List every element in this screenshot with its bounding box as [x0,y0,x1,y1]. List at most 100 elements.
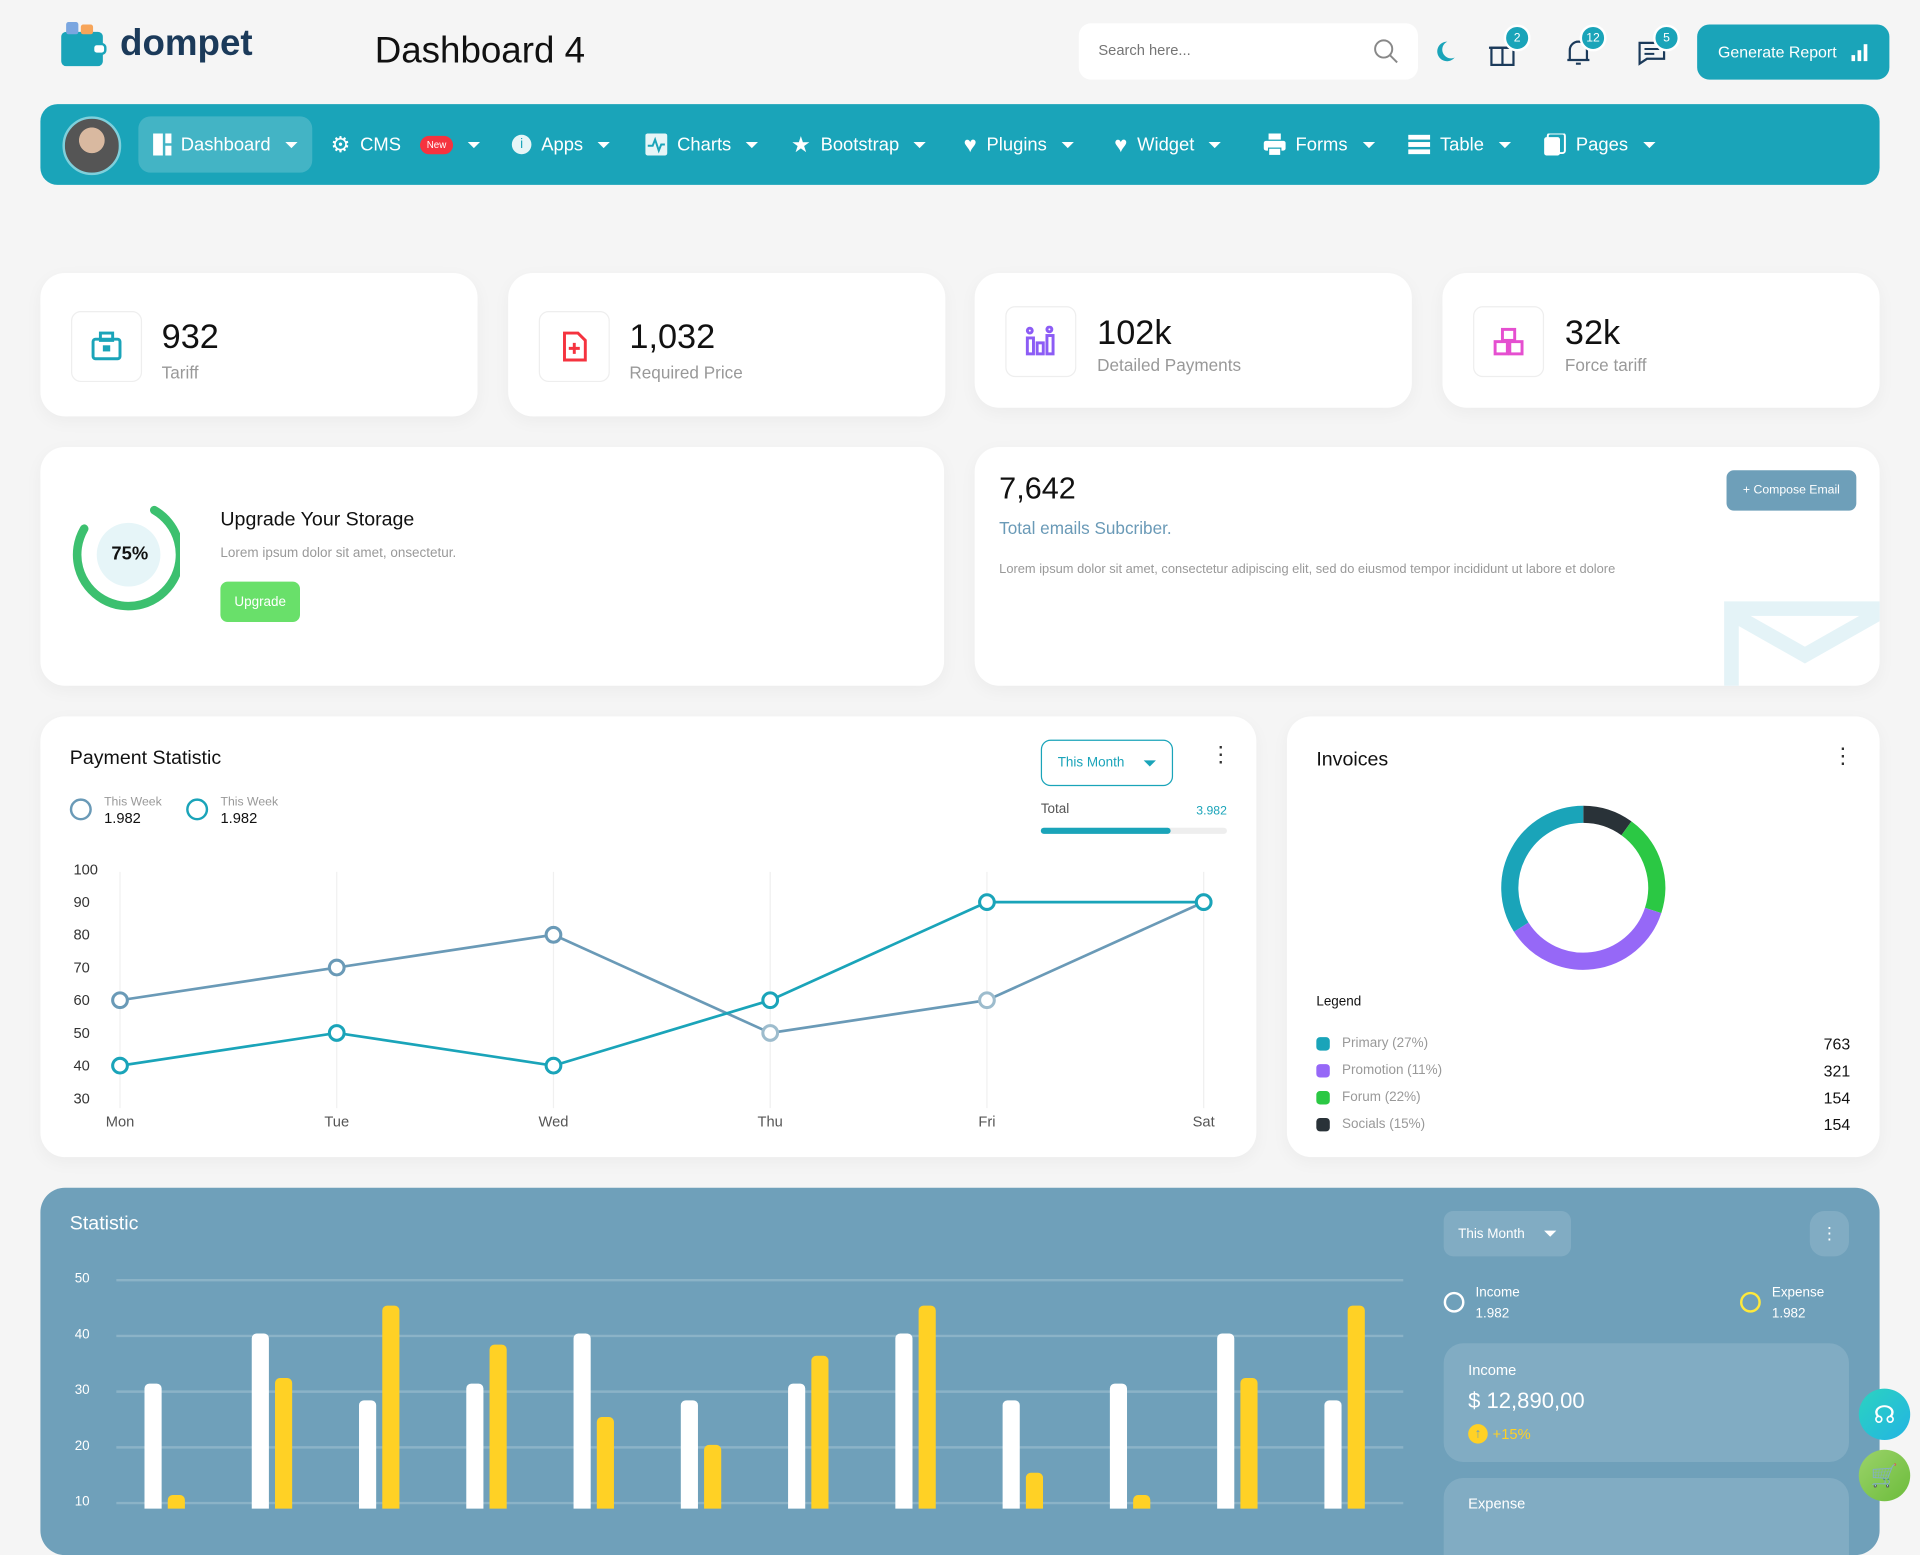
income-change: +15% [1492,1425,1531,1443]
caret-down-icon [1362,141,1375,148]
invoices-title: Invoices [1316,749,1389,771]
legend-label: This Week [104,795,162,810]
legend-swatch [1316,1117,1330,1131]
email-subtitle: Total emails Subcriber. [999,517,1172,538]
upgrade-storage-card: 75% Upgrade Your Storage Lorem ipsum dol… [40,446,945,686]
stat-label: Force tariff [1564,355,1647,375]
more-options-icon[interactable]: ⋮ [1210,743,1232,765]
main-nav: Dashboard ⚙ CMS New i Apps Charts ★ Bootstr… [40,104,1880,185]
statistic-card: Statistic This Month ⋮ Income 1.982 Expen… [40,1187,1880,1555]
expense-card-label: Expense [1468,1495,1526,1513]
search-icon[interactable] [1373,38,1400,65]
gear-icon: ⚙ [330,131,351,157]
legend-value: 321 [1823,1061,1851,1080]
total-label: Total [1040,802,1070,817]
search-input[interactable] [1095,40,1346,61]
stat-value: 102k [1097,313,1172,352]
printer-icon [1263,133,1286,156]
upgrade-button[interactable]: Upgrade [220,581,301,623]
nav-label: Forms [1295,134,1348,155]
nav-pages[interactable]: Pages [1544,104,1655,185]
income-card-label: Income [1468,1361,1517,1379]
legend-row: Socials (15%) 154 [1316,1111,1850,1138]
nav-dashboard[interactable]: Dashboard [138,116,313,173]
bar-chart-icon [1851,43,1868,61]
payment-period-select[interactable]: This Month [1040,739,1174,787]
nav-bootstrap[interactable]: ★ Bootstrap [791,104,927,185]
page-title: Dashboard 4 [374,30,586,72]
nav-plugins[interactable]: ♥ Plugins [964,104,1074,185]
nav-label: CMS [360,134,402,155]
donut-segment [1621,821,1666,914]
legend-label: Expense [1771,1285,1825,1301]
legend-swatch [1316,1063,1330,1077]
legend-value: 1.982 [220,809,258,827]
nav-label: Dashboard [180,134,271,155]
arrow-up-icon: ↑ [1468,1424,1488,1444]
payment-statistic-card: Payment Statistic This Week 1.982 This We… [40,716,1257,1158]
nav-forms[interactable]: Forms [1263,104,1375,185]
donut-segment [1514,907,1662,970]
caret-down-icon [1061,141,1074,148]
nav-label: Table [1440,134,1484,155]
legend-value: 763 [1823,1034,1851,1053]
nav-widget[interactable]: ♥ Widget [1114,104,1222,185]
pulse-chart-icon [645,133,668,156]
notification-count-badge: 12 [1579,24,1607,52]
nav-charts[interactable]: Charts [645,104,759,185]
legend-row: Primary (27%) 763 [1316,1030,1850,1057]
circle-icon [186,798,209,821]
stat-card-tariff: 932 Tariff [40,273,478,417]
expense-summary-card: Expense [1443,1477,1849,1555]
logo[interactable]: dompet [59,20,253,69]
caret-down-icon [1209,141,1222,148]
invoices-donut-chart [1501,805,1666,970]
stat-label: Detailed Payments [1097,355,1242,375]
nav-label: Plugins [986,134,1047,155]
wallet-icon [61,22,107,67]
caret-down-icon [1544,1230,1557,1237]
circle-icon [1443,1291,1465,1313]
caret-down-icon [913,141,927,148]
search-box[interactable] [1078,23,1418,80]
more-options-icon[interactable]: ⋮ [1809,1211,1849,1257]
notifications-button[interactable]: 12 [1562,24,1607,69]
more-options-icon[interactable]: ⋮ [1832,743,1854,769]
cart-button[interactable]: 🛒 [1858,1449,1911,1502]
messages-button[interactable]: 5 [1636,24,1681,69]
compose-email-button[interactable]: + Compose Email [1726,470,1857,511]
legend-value: 154 [1823,1087,1851,1107]
avatar[interactable] [62,116,122,176]
expense-legend: Expense 1.982 [1740,1285,1825,1321]
stat-label: Required Price [629,362,743,383]
support-button[interactable]: ☊ [1858,1388,1911,1441]
stat-value: 1,032 [629,317,716,356]
nav-table[interactable]: Table [1408,104,1511,185]
legend-title: Legend [1316,994,1362,1009]
heart-icon: ♥ [963,131,977,157]
gift-button[interactable]: 2 [1487,24,1531,69]
legend-row: Promotion (11%) 321 [1316,1057,1850,1084]
stat-card-required-price: 1,032 Required Price [508,273,946,417]
caret-down-icon [745,141,759,148]
caret-down-icon [597,141,611,148]
statistic-period-select[interactable]: This Month [1443,1211,1572,1257]
caret-down-icon [1498,141,1511,148]
cart-icon: 🛒 [1870,1462,1899,1488]
legend-label: Income [1475,1285,1520,1301]
boxes-icon [1473,306,1545,378]
nav-cms[interactable]: ⚙ CMS New [331,104,480,185]
nav-label: Bootstrap [820,134,900,155]
legend-value: 1.982 [104,809,141,827]
caret-down-icon [467,141,480,148]
generate-report-button[interactable]: Generate Report [1697,24,1890,80]
storage-title: Upgrade Your Storage [220,509,415,531]
donut-segment [1582,805,1632,836]
info-icon: i [511,134,532,155]
email-count: 7,642 [999,471,1076,506]
moon-icon[interactable] [1433,39,1457,63]
nav-apps[interactable]: i Apps [511,104,611,185]
legend-label: This Week [220,795,279,810]
legend-value: 154 [1823,1114,1851,1134]
legend-row: Forum (22%) 154 [1316,1084,1850,1111]
